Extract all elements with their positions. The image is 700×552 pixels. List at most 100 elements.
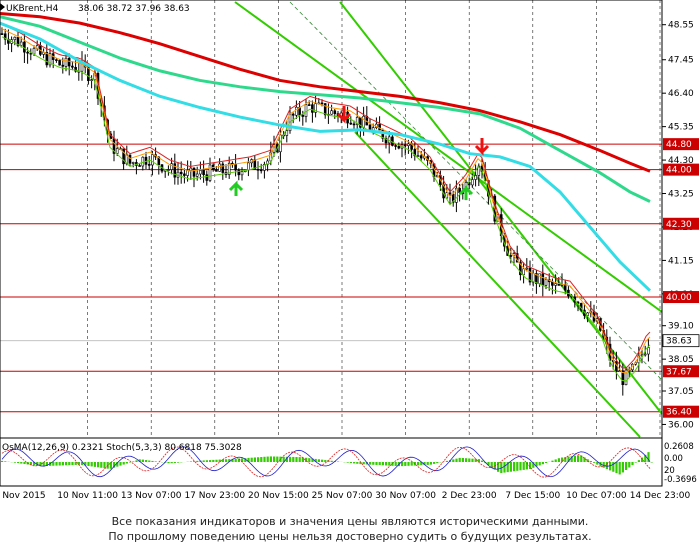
- price-tick-label: 48.55: [668, 21, 694, 31]
- osma-bar: [589, 461, 592, 462]
- osma-bar: [388, 462, 391, 466]
- osma-bar: [17, 462, 20, 464]
- osma-bar: [58, 462, 61, 466]
- price-tick-label: 39.10: [668, 322, 694, 332]
- candle-body: [195, 173, 199, 177]
- time-tick-label: 17 Nov 23:00: [184, 491, 245, 501]
- osma-bar: [458, 457, 461, 462]
- candle-body: [541, 273, 545, 286]
- ohlc-readout: 38.06 38.72 37.96 38.63: [78, 4, 190, 14]
- oscillator-tick-label: 0.2608: [664, 442, 694, 452]
- osma-bar: [429, 462, 432, 465]
- candle-body: [237, 169, 241, 176]
- disclaimer-line-1: Все показания индикаторов и значения цен…: [111, 515, 589, 528]
- osma-bar: [503, 462, 506, 473]
- osma-bar: [577, 455, 580, 462]
- candle-body: [192, 167, 196, 177]
- osma-bar: [273, 456, 276, 462]
- osma-bar: [372, 462, 375, 465]
- osma-bar: [93, 462, 96, 467]
- osma-bar: [298, 457, 301, 462]
- osma-bar: [289, 456, 292, 462]
- osma-bar: [452, 459, 455, 462]
- osma-bar: [538, 462, 541, 466]
- osma-bar: [23, 462, 26, 465]
- price-tick-label: 37.05: [668, 387, 694, 397]
- candle-body: [538, 273, 541, 284]
- osma-bar: [573, 455, 576, 462]
- osma-bar: [167, 462, 170, 464]
- candle-body: [170, 163, 173, 170]
- candle-body: [179, 171, 183, 175]
- osma-bar: [189, 461, 192, 462]
- candle-body: [205, 174, 209, 181]
- osma-bar: [250, 457, 253, 462]
- osma-bar: [445, 460, 448, 462]
- osma-bar: [471, 458, 474, 462]
- price-chart: 48.5547.4546.4045.3544.3043.2542.2041.15…: [0, 0, 700, 510]
- price-tick-label: 45.35: [668, 123, 694, 133]
- osma-bar: [404, 462, 407, 466]
- candle-body: [32, 48, 36, 55]
- osma-bar: [634, 462, 637, 463]
- osma-bar: [330, 460, 333, 462]
- osma-bar: [52, 462, 55, 466]
- candle-body: [525, 267, 529, 270]
- level-tag-label: 36.40: [666, 408, 692, 418]
- osma-bar: [212, 459, 215, 462]
- osma-bar: [468, 458, 471, 462]
- osma-bar: [151, 460, 154, 462]
- candle-body: [333, 110, 337, 114]
- candle-body: [307, 104, 311, 106]
- osma-bar: [68, 462, 71, 466]
- candle-body: [61, 64, 65, 67]
- osma-bar: [436, 462, 439, 464]
- symbol-label: UKBrent,H4: [6, 4, 59, 14]
- osma-bar: [362, 462, 365, 465]
- time-tick-label: 7 Dec 15:00: [505, 491, 560, 501]
- time-tick-label: 30 Nov 07:00: [375, 491, 436, 501]
- price-tick-label: 36.00: [668, 420, 694, 430]
- osma-bar: [580, 455, 583, 462]
- candle-body: [138, 165, 141, 167]
- osma-bar: [628, 462, 631, 468]
- candle-body: [554, 283, 557, 286]
- candle-body: [291, 113, 295, 116]
- osma-bar: [263, 456, 266, 462]
- candle-body: [349, 122, 353, 125]
- osma-bar: [135, 460, 138, 462]
- osma-bar: [87, 462, 90, 466]
- osma-bar: [202, 460, 205, 462]
- candle-body: [13, 36, 17, 40]
- osma-bar: [551, 460, 554, 462]
- osma-bar: [266, 456, 269, 462]
- osma-bar: [637, 460, 640, 462]
- candle-body: [378, 123, 381, 131]
- osma-bar: [215, 459, 218, 462]
- osma-bar: [618, 462, 621, 475]
- osma-bar: [385, 462, 388, 466]
- candle-body: [208, 164, 212, 181]
- osma-bar: [122, 462, 125, 465]
- osma-bar: [292, 456, 295, 462]
- candle-body: [247, 162, 250, 171]
- price-tick-label: 46.40: [668, 89, 694, 99]
- oscillator-label: OsMA(12,26,9) 0.2321 Stoch(5,3,3) 80.681…: [2, 443, 242, 453]
- osma-bar: [490, 462, 493, 468]
- osma-bar: [554, 459, 557, 462]
- osma-bar: [321, 459, 324, 462]
- osma-bar: [407, 462, 410, 466]
- candle-body: [128, 154, 132, 164]
- candle-body: [304, 104, 308, 117]
- level-tag-label: 37.67: [666, 367, 692, 377]
- candle-body: [215, 169, 218, 172]
- osma-bar: [61, 462, 64, 466]
- level-tag-label: 44.80: [666, 140, 692, 150]
- osma-bar: [71, 462, 74, 466]
- osma-bar: [381, 462, 384, 466]
- osma-bar: [557, 458, 560, 462]
- osma-bar: [349, 462, 352, 464]
- candle-body: [19, 41, 23, 46]
- osma-bar: [141, 459, 144, 462]
- osma-bar: [234, 458, 237, 462]
